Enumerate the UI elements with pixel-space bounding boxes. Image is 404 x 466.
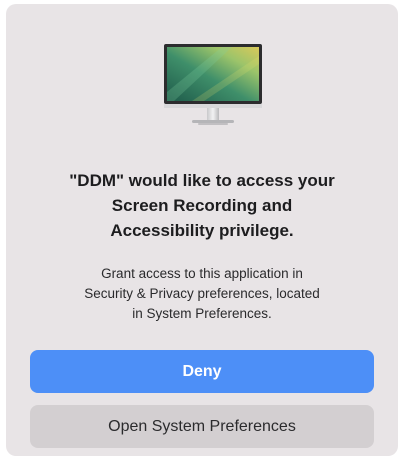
open-system-preferences-button[interactable]: Open System Preferences [30,405,374,448]
dialog-title: "DDM" would like to access your Screen R… [69,171,335,240]
permission-dialog: "DDM" would like to access your Screen R… [6,4,398,456]
display-monitor-icon [162,42,264,128]
deny-button[interactable]: Deny [30,350,374,393]
dialog-message: Grant access to this application in Secu… [84,266,320,321]
